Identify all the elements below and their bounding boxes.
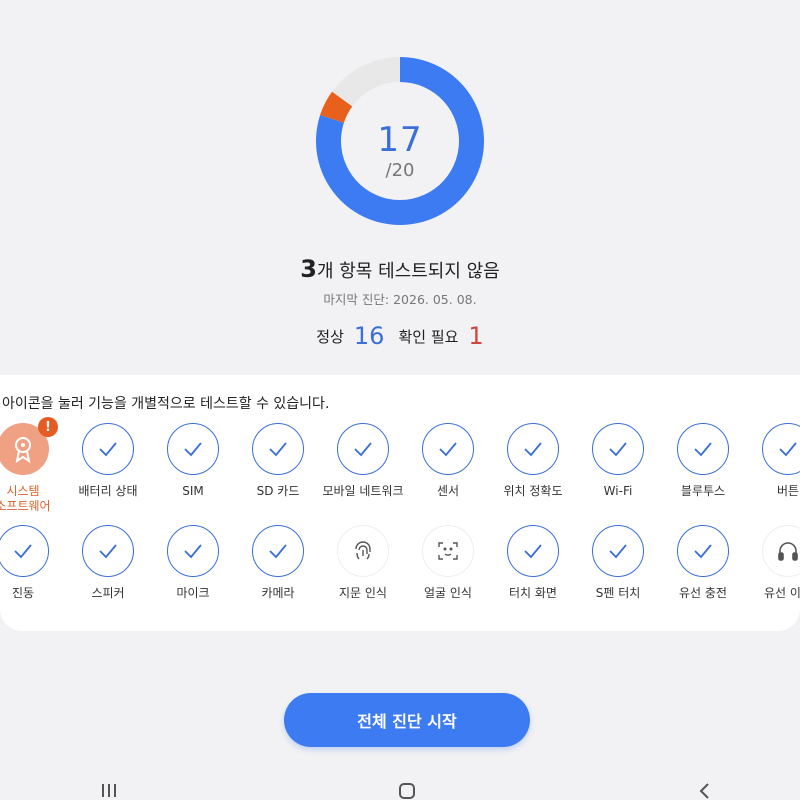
test-items-card: 아이콘을 눌러 기능을 개별적으로 테스트할 수 있습니다. ! 시스템 소프트웨어… [0, 375, 800, 631]
check-icon [337, 423, 389, 475]
test-item-label: 지문 인식 [339, 586, 387, 600]
test-item-label: SIM [182, 484, 204, 498]
test-item-r2-5[interactable]: 지문 인식 [320, 525, 406, 601]
fingerprint-icon [337, 525, 389, 577]
check-needed-label: 확인 필요 [398, 327, 459, 346]
test-item-r2-2[interactable]: 스피커 [65, 525, 151, 601]
test-item-r2-8[interactable]: S펜 터치 [575, 525, 661, 601]
check-icon [0, 525, 49, 577]
check-icon [677, 423, 729, 475]
back-icon[interactable] [698, 782, 712, 800]
test-item-r1-8[interactable]: Wi-Fi [575, 423, 661, 499]
test-item-r1-5[interactable]: 모바일 네트워크 [320, 423, 406, 499]
test-item-label: 유선 충전 [679, 586, 727, 600]
test-item-r2-3[interactable]: 마이크 [150, 525, 236, 601]
check-icon [677, 525, 729, 577]
result-counts: 정상 16 확인 필요 1 [0, 322, 800, 350]
navigation-bar [0, 778, 800, 800]
check-icon [762, 423, 800, 475]
test-item-r2-9[interactable]: 유선 충전 [660, 525, 746, 601]
start-full-diagnosis-button[interactable]: 전체 진단 시작 [284, 693, 530, 747]
check-icon [592, 525, 644, 577]
test-item-r1-10[interactable]: 버튼 [745, 423, 800, 499]
test-item-label: 센서 [436, 484, 460, 498]
test-item-r2-6[interactable]: 얼굴 인식 [405, 525, 491, 601]
test-item-r1-9[interactable]: 블루투스 [660, 423, 746, 499]
test-item-r2-10[interactable]: 유선 이어 [745, 525, 800, 601]
check-icon [82, 525, 134, 577]
score-value: 17 [377, 120, 423, 160]
headphones-icon [762, 525, 800, 577]
test-item-label: 터치 화면 [509, 586, 557, 600]
test-item-label: 유선 이어 [764, 586, 800, 600]
recent-apps-icon[interactable] [100, 782, 118, 800]
home-icon[interactable] [398, 782, 416, 800]
test-item-label: Wi-Fi [603, 484, 633, 498]
check-icon [507, 423, 559, 475]
test-item-label: 배터리 상태 [78, 484, 138, 498]
test-item-label: 블루투스 [680, 484, 726, 498]
test-hint: 아이콘을 눌러 기능을 개별적으로 테스트할 수 있습니다. [2, 396, 330, 412]
check-needed-value: 1 [468, 322, 484, 350]
test-item-r2-1[interactable]: 진동 [0, 525, 66, 601]
test-item-label: 모바일 네트워크 [322, 484, 404, 498]
test-item-r1-3[interactable]: SIM [150, 423, 236, 499]
face-scan-icon [422, 525, 474, 577]
check-icon [167, 525, 219, 577]
check-icon [82, 423, 134, 475]
test-item-r2-4[interactable]: 카메라 [235, 525, 321, 601]
score-total: /20 [385, 160, 415, 181]
test-item-label: SD 카드 [256, 484, 300, 498]
gauge-untested-segment [332, 57, 400, 107]
last-diagnosis: 마지막 진단: 2026. 05. 08. [323, 292, 477, 307]
check-icon [167, 423, 219, 475]
test-item-r2-7[interactable]: 터치 화면 [490, 525, 576, 601]
test-item-r1-1[interactable]: ! 시스템 소프트웨어 [0, 417, 66, 514]
normal-label: 정상 [316, 327, 344, 346]
test-item-r1-4[interactable]: SD 카드 [235, 423, 321, 499]
alert-badge-icon: ! [38, 417, 58, 437]
test-item-r1-2[interactable]: 배터리 상태 [65, 423, 151, 499]
check-icon [507, 525, 559, 577]
untested-text: 개 항목 테스트되지 않음 [316, 261, 500, 282]
check-icon [422, 423, 474, 475]
test-item-label: S펜 터치 [595, 586, 641, 600]
test-item-label: 카메라 [261, 586, 295, 600]
test-item-label: 시스템 소프트웨어 [0, 484, 51, 513]
test-item-label: 얼굴 인식 [424, 586, 472, 600]
check-icon [252, 423, 304, 475]
test-item-label: 위치 정확도 [503, 484, 563, 498]
test-item-r1-6[interactable]: 센서 [405, 423, 491, 499]
check-icon [252, 525, 304, 577]
untested-summary: 3개 항목 테스트되지 않음 [0, 255, 800, 283]
test-item-label: 진동 [11, 586, 35, 600]
test-item-label: 마이크 [176, 586, 210, 600]
award-ribbon-icon: ! [0, 417, 58, 475]
normal-value: 16 [353, 322, 385, 350]
test-item-r1-7[interactable]: 위치 정확도 [490, 423, 576, 499]
test-item-label: 스피커 [91, 586, 125, 600]
untested-count: 3 [300, 255, 317, 283]
test-item-label: 버튼 [776, 484, 800, 498]
check-icon [592, 423, 644, 475]
